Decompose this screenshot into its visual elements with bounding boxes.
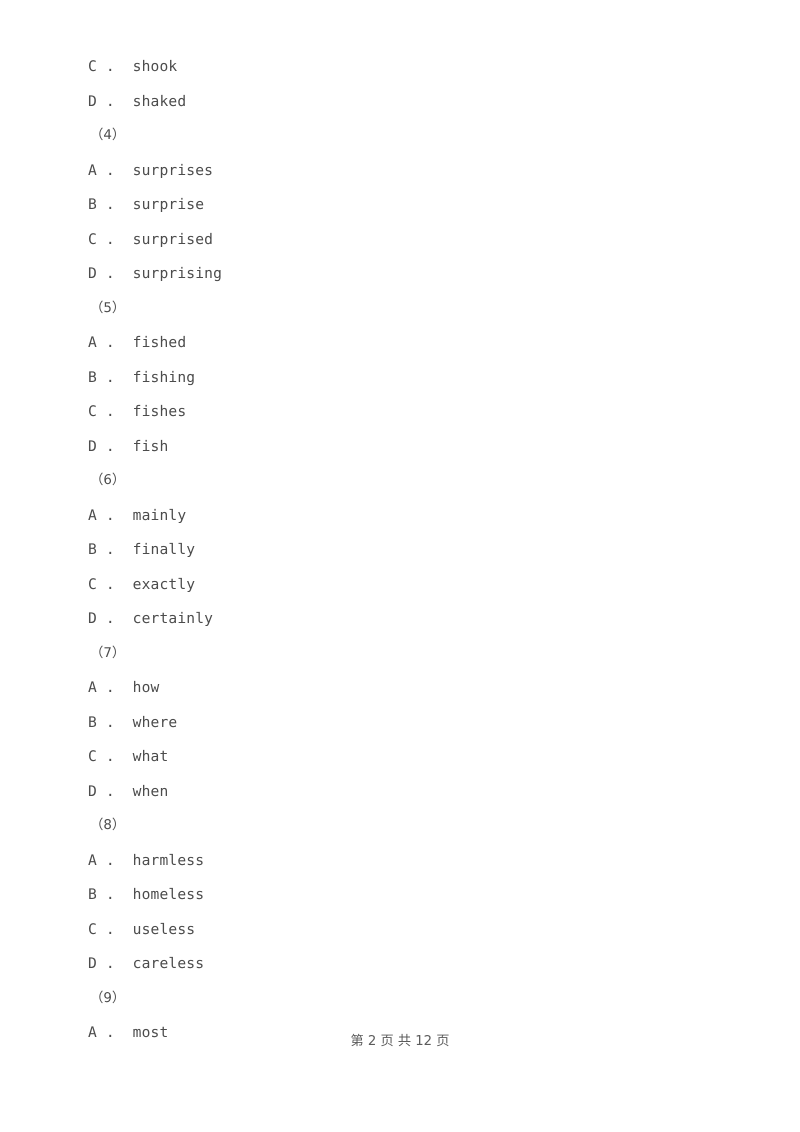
question-number: （9） bbox=[90, 990, 126, 1006]
answer-option: C . surprised bbox=[88, 230, 214, 248]
answer-option: D . careless bbox=[88, 955, 205, 972]
answer-option: D . fish bbox=[88, 437, 169, 455]
answer-option: A . mainly bbox=[88, 506, 187, 524]
answer-option: A . fished bbox=[88, 334, 187, 351]
question-number: （7） bbox=[90, 645, 126, 661]
answer-option: B . finally bbox=[88, 541, 196, 558]
answer-option: A . surprises bbox=[88, 161, 214, 179]
answer-option: C . fishes bbox=[88, 403, 187, 420]
answer-option: C . what bbox=[88, 748, 169, 765]
question-number: （8） bbox=[90, 818, 126, 833]
answer-option: A . harmless bbox=[88, 851, 205, 869]
answer-option: C . shook bbox=[88, 58, 178, 75]
page-footer: 第 2 页 共 12 页 bbox=[350, 1034, 450, 1049]
answer-option: D . certainly bbox=[88, 610, 214, 627]
answer-option: B . surprise bbox=[88, 196, 205, 213]
answer-option: C . useless bbox=[88, 920, 196, 938]
question-number: （4） bbox=[90, 128, 126, 143]
question-options-list: C . shook D . shaked （4） A . surprises B . s… bbox=[88, 50, 712, 1051]
document-page: C . shook D . shaked （4） A . surprises B . s… bbox=[0, 0, 800, 1132]
answer-option: B . homeless bbox=[88, 886, 205, 903]
answer-option: A . how bbox=[88, 679, 160, 696]
question-number: （5） bbox=[90, 300, 126, 316]
answer-option: D . surprising bbox=[88, 265, 223, 282]
answer-option: C . exactly bbox=[88, 575, 196, 593]
answer-option: B . where bbox=[88, 713, 178, 731]
answer-option: D . shaked bbox=[88, 92, 187, 110]
answer-option: B . fishing bbox=[88, 368, 196, 386]
answer-option: D . when bbox=[88, 782, 169, 800]
question-number: （6） bbox=[90, 473, 126, 488]
